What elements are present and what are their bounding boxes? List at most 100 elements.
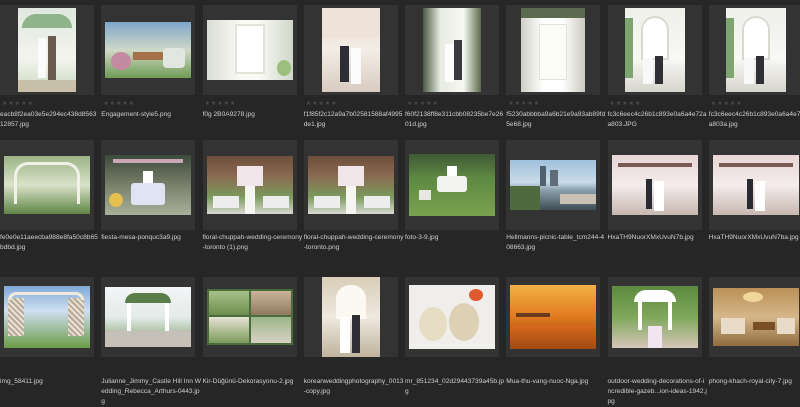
file-name[interactable]: Hellmanns-picnic-table_tcm244-408663.jpg: [506, 233, 606, 253]
thumbnail-frame[interactable]: [506, 277, 601, 357]
thumbnail-frame[interactable]: [101, 277, 196, 357]
thumbnail-frame[interactable]: [607, 140, 702, 230]
file-item[interactable]: ★★★★★ Mua-thu-vang-nuoc-Nga.jpg: [506, 277, 607, 400]
file-name[interactable]: fe0e0e11aeecba988e8fa50c8b65bdbd.jpg: [0, 233, 100, 253]
file-name[interactable]: f0g 2B0A9278.jpg: [203, 110, 303, 120]
file-name[interactable]: Julianne_Jimmy_Castle Hill Inn Wedding_R…: [101, 377, 201, 407]
rating-stars[interactable]: ★★★★★: [508, 100, 540, 107]
thumbnail-frame[interactable]: [708, 5, 800, 95]
thumbnail-frame[interactable]: [607, 5, 702, 95]
file-name[interactable]: eacb8f2ea03e5e294ec438d856312857.jpg: [0, 110, 100, 130]
arched-window-couple-alt-thumbnail: [725, 8, 786, 92]
thumbnail-frame[interactable]: [708, 140, 800, 230]
file-item[interactable]: ★★★★★ Kir-Düğünü-Dekorasyonu-2.jpg: [202, 277, 304, 400]
thumbnail-frame[interactable]: [0, 140, 94, 230]
thumbnail-frame[interactable]: [506, 5, 601, 95]
wedding-arch-couple-thumbnail: [18, 8, 76, 92]
rating-stars[interactable]: ★★★★★: [711, 100, 743, 107]
castle-gazebo-thumbnail: [105, 287, 192, 347]
file-name[interactable]: f1f85f2c12a9a7b02581588af4995de1.jpg: [304, 110, 404, 130]
file-item[interactable]: ★★★★★ f0g 2B0A9278.jpg: [202, 0, 304, 132]
thumbnail-frame[interactable]: [708, 277, 800, 357]
file-item[interactable]: ★★★★★ f1f85f2c12a9a7b02581588af4995de1.j…: [303, 0, 405, 132]
autumn-path-thumbnail: [510, 285, 597, 349]
lattice-arch-lawn-thumbnail: [4, 286, 90, 348]
file-name[interactable]: mr_851234_02d29443739a45b.jpg: [405, 377, 505, 397]
file-item[interactable]: ★★★★★ floral-chuppah-wedding-ceremony-to…: [202, 132, 304, 277]
file-item[interactable]: ★★★★★ outdoor-wedding-decorations-of-inc…: [607, 277, 709, 405]
thumbnail-frame[interactable]: [101, 5, 196, 95]
rating-stars[interactable]: ★★★★★: [205, 100, 237, 107]
arched-window-couple-thumbnail: [624, 8, 685, 92]
thumbnail-frame[interactable]: [202, 140, 297, 230]
file-name[interactable]: HxaTH9NuorXMxUvuN7b.jpg: [608, 233, 708, 243]
file-item[interactable]: ★★★★★ f5230abbbba9a6b21e9a93ab89fd5e68.j…: [506, 0, 607, 132]
file-item[interactable]: ★★★★★ fe0e0e11aeecba988e8fa50c8b65bdbd.j…: [0, 132, 101, 277]
thumbnail-frame[interactable]: [303, 5, 398, 95]
file-name[interactable]: koreanweddingphotography_0013-copy.jpg: [304, 377, 404, 397]
thumbnail-frame[interactable]: [405, 140, 499, 230]
chuppah-aisle-alt-thumbnail: [307, 156, 394, 214]
file-name[interactable]: floral-chuppah-wedding-ceremony-toronto.…: [304, 233, 404, 253]
file-name[interactable]: foto-3-9.jpg: [405, 233, 505, 243]
file-name[interactable]: Mua-thu-vang-nuoc-Nga.jpg: [506, 377, 606, 387]
file-item[interactable]: ★★★★★ Julianne_Jimmy_Castle Hill Inn Wed…: [101, 277, 202, 405]
file-item[interactable]: ★★★★★ Engagement-style5.png: [101, 0, 202, 132]
file-item[interactable]: ★★★★★ phong-khach-royal-city-7.jpg: [708, 277, 800, 400]
chuppah-aisle-thumbnail: [206, 156, 293, 214]
file-item[interactable]: ★★★★★ Hellmanns-picnic-table_tcm244-4086…: [506, 132, 607, 277]
lawn-cake-table-thumbnail: [409, 154, 495, 216]
file-name[interactable]: f60f2138ff8e311cbb08235be7e2601d.jpg: [405, 110, 505, 130]
royal-living-room-thumbnail: [712, 288, 799, 346]
rating-stars[interactable]: ★★★★★: [306, 100, 338, 107]
thumbnail-frame[interactable]: [0, 277, 94, 357]
file-browser-grid: ★★★★★ eacb8f2ea03e5e294ec438d856312857.j…: [0, 0, 800, 405]
thumbnail-frame[interactable]: [303, 140, 398, 230]
file-item[interactable]: ★★★★★ img_58411.jpg: [0, 277, 101, 400]
thumbnail-frame[interactable]: [0, 5, 94, 95]
file-item[interactable]: ★★★★★ HxaTH9NuorXMxUvuN7b.jpg: [607, 132, 709, 277]
file-name[interactable]: fc3c6eec4c26b1c893e0a6a4e72aa803a.jpg: [709, 110, 800, 130]
thumbnail-frame[interactable]: [202, 5, 297, 95]
file-item[interactable]: ★★★★★ koreanweddingphotography_0013-copy…: [303, 277, 405, 400]
blossom-tree-couple-alt-thumbnail: [712, 155, 799, 215]
file-item[interactable]: ★★★★★ fiesta-mesa-ponquc3a9.jpg: [101, 132, 202, 277]
bright-window-thumbnail: [206, 20, 293, 80]
rating-stars[interactable]: ★★★★★: [103, 100, 135, 107]
thumbnail-frame[interactable]: [405, 277, 499, 357]
file-item[interactable]: ★★★★★ fc3c6eec4c26b1c893e0a6a4e72aa803.J…: [607, 0, 709, 132]
rating-stars[interactable]: ★★★★★: [2, 100, 34, 107]
floral-arch-garden-thumbnail: [4, 156, 90, 214]
thumbnail-frame[interactable]: [303, 277, 398, 357]
file-name[interactable]: floral-chuppah-wedding-ceremony-toronto …: [203, 233, 303, 253]
thumbnail-frame[interactable]: [101, 140, 196, 230]
file-name[interactable]: Engagement-style5.png: [101, 110, 201, 120]
file-name[interactable]: Kir-Düğünü-Dekorasyonu-2.jpg: [203, 377, 303, 387]
thumbnail-frame[interactable]: [202, 277, 297, 357]
studio-couple-thumbnail: [321, 277, 380, 357]
file-name[interactable]: HxaTH9NuorXMxUvuN7ba.jpg: [709, 233, 800, 243]
thumbnail-frame[interactable]: [607, 277, 702, 357]
file-name[interactable]: img_58411.jpg: [0, 377, 100, 387]
file-item[interactable]: ★★★★★ foto-3-9.jpg: [405, 132, 506, 277]
rating-stars[interactable]: ★★★★★: [407, 100, 439, 107]
garden-decor-collage-thumbnail: [206, 289, 293, 345]
file-name[interactable]: fc3c6eec4c26b1c893e0a6a4e72aa803.JPG: [608, 110, 708, 130]
file-item[interactable]: ★★★★★ eacb8f2ea03e5e294ec438d856312857.j…: [0, 0, 101, 132]
file-name[interactable]: fiesta-mesa-ponquc3a9.jpg: [101, 233, 201, 243]
file-item[interactable]: ★★★★★ f60f2138ff8e311cbb08235be7e2601d.j…: [405, 0, 506, 132]
blossom-tree-couple-thumbnail: [611, 155, 698, 215]
file-item[interactable]: ★★★★★ mr_851234_02d29443739a45b.jpg: [405, 277, 506, 400]
white-window-curtains-thumbnail: [521, 8, 586, 92]
file-name[interactable]: phong-khach-royal-city-7.jpg: [709, 377, 800, 387]
file-item[interactable]: ★★★★★ fc3c6eec4c26b1c893e0a6a4e72aa803a.…: [708, 0, 800, 132]
engagement-table-thumbnail: [105, 22, 192, 78]
cherry-blossom-couple-thumbnail: [321, 8, 380, 92]
file-name[interactable]: f5230abbbba9a6b21e9a93ab89fd5e68.jpg: [506, 110, 606, 130]
thumbnail-frame[interactable]: [405, 5, 499, 95]
file-item[interactable]: ★★★★★ HxaTH9NuorXMxUvuN7ba.jpg: [708, 132, 800, 277]
rating-stars[interactable]: ★★★★★: [610, 100, 642, 107]
file-item[interactable]: ★★★★★ floral-chuppah-wedding-ceremony-to…: [303, 132, 405, 277]
file-name[interactable]: outdoor-wedding-decorations-of-incredibl…: [608, 377, 708, 407]
thumbnail-frame[interactable]: [506, 140, 601, 230]
